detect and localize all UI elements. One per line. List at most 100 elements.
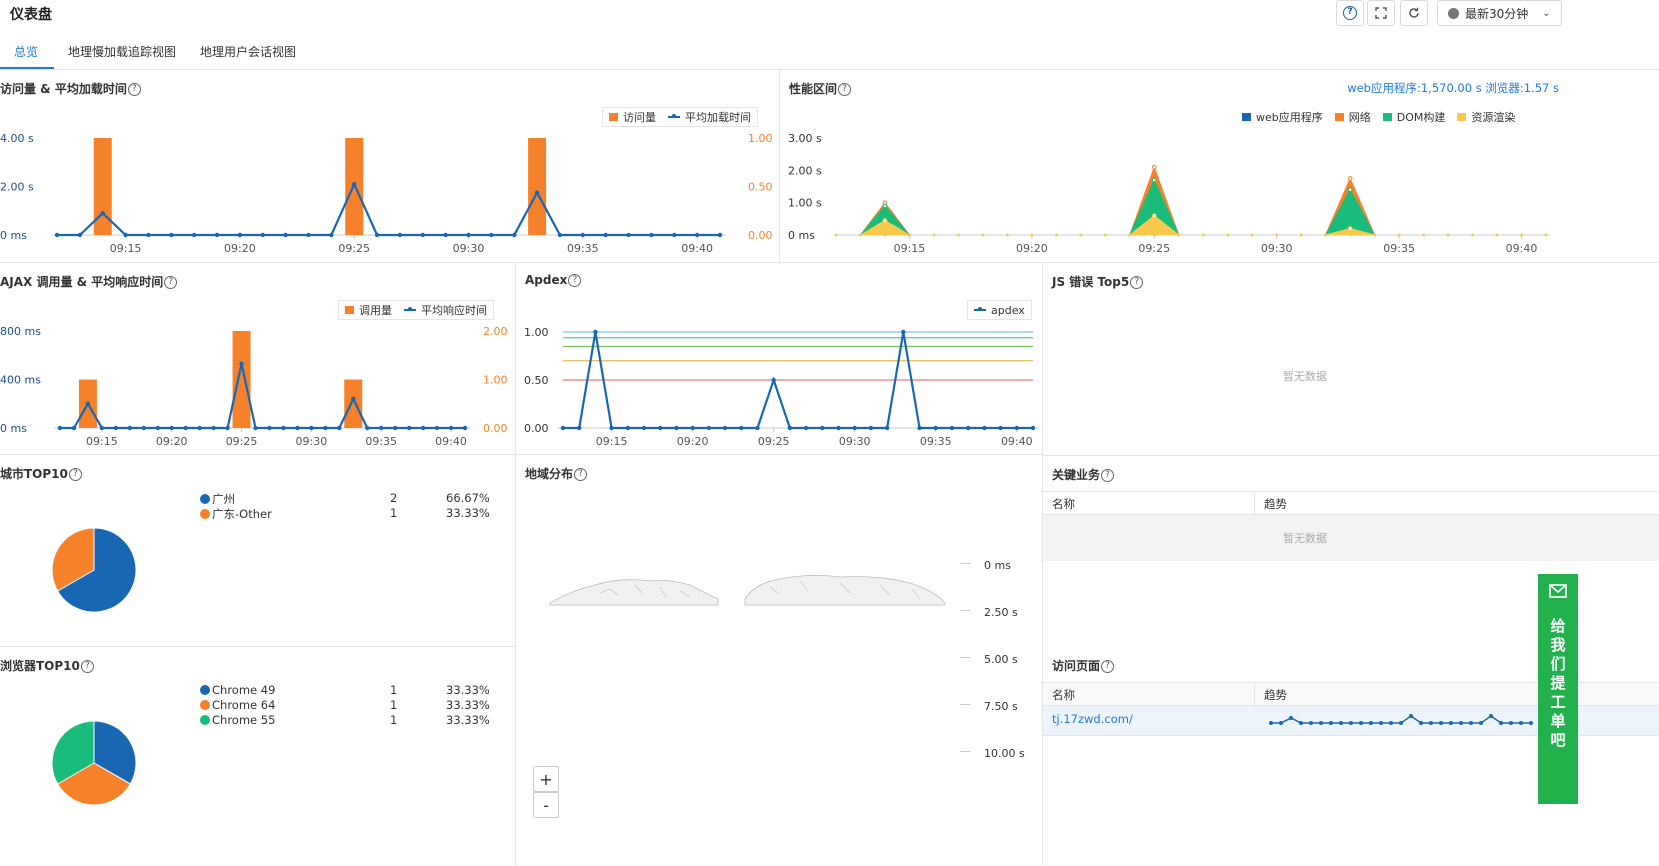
- data-point: [1152, 233, 1156, 237]
- city-legend: 广州 2 66.67% 广东-Other 1 33.33%: [200, 491, 500, 521]
- y-right-tick-label: 0.00: [748, 229, 773, 242]
- mail-icon: [1549, 584, 1567, 598]
- data-point: [1275, 233, 1279, 237]
- tab-geo-slow-load[interactable]: 地理慢加载追踪视图: [68, 43, 176, 60]
- x-tick-label: 09:15: [596, 435, 628, 448]
- y-left-tick-label: 2.00 s: [0, 181, 34, 194]
- x-tick-label: 09:40: [435, 435, 467, 448]
- time-range-value: 最新30分钟: [1465, 6, 1529, 21]
- feedback-label: 给我们提工单吧: [1548, 618, 1567, 751]
- data-point: [1201, 233, 1205, 237]
- active-tab-indicator: [0, 67, 54, 69]
- data-point: [1495, 233, 1499, 237]
- data-point: [717, 232, 723, 238]
- data-point: [169, 425, 174, 431]
- data-point: [191, 232, 197, 238]
- data-point: [239, 361, 244, 366]
- y-right-tick-label: 1.00: [748, 132, 773, 145]
- x-tick-label: 09:35: [567, 242, 599, 255]
- data-point: [1226, 233, 1230, 237]
- data-point: [434, 425, 440, 431]
- x-tick-label: 09:40: [681, 242, 713, 255]
- list-item[interactable]: 广州 2 66.67%: [200, 491, 500, 506]
- fullscreen-button[interactable]: [1367, 0, 1395, 26]
- data-point: [295, 425, 300, 431]
- time-range-select[interactable]: 最新30分钟 ⌄: [1437, 0, 1562, 26]
- y-left-tick-label: 0 ms: [0, 229, 27, 242]
- y-tick-label: 1.00: [524, 326, 549, 339]
- data-point: [183, 425, 188, 431]
- column-header[interactable]: 趋势: [1264, 496, 1287, 512]
- world-map[interactable]: [540, 563, 960, 623]
- data-point: [771, 377, 776, 383]
- x-tick-label: 09:40: [1001, 435, 1033, 448]
- help-icon[interactable]: ?: [80, 660, 94, 673]
- x-tick-label: 09:35: [1383, 242, 1415, 255]
- data-point: [674, 425, 679, 431]
- x-tick-label: 09:25: [338, 242, 370, 255]
- feedback-button[interactable]: 给我们提工单吧: [1538, 574, 1578, 804]
- map-legend-label: 2.50 s: [984, 606, 1018, 619]
- zoom-in-button[interactable]: +: [533, 766, 559, 792]
- refresh-button[interactable]: [1400, 0, 1428, 26]
- x-tick-label: 09:25: [226, 435, 258, 448]
- map-legend-label: 5.00 s: [984, 653, 1018, 666]
- data-point: [141, 425, 146, 431]
- data-point: [641, 425, 647, 431]
- data-point: [267, 425, 272, 431]
- tab-geo-user-session[interactable]: 地理用户会话视图: [200, 43, 296, 60]
- data-point: [534, 190, 540, 195]
- perf-chart: 0 ms 1.00 s 2.00 s 3.00 s 09:15 09:20 09:25 09:…: [788, 132, 1550, 255]
- data-point: [626, 232, 631, 238]
- data-point: [1544, 233, 1548, 237]
- list-item[interactable]: Chrome 55 1 33.33%: [200, 713, 500, 728]
- data-point: [512, 232, 517, 238]
- list-item[interactable]: 广东-Other 1 33.33%: [200, 506, 500, 521]
- help-icon[interactable]: ?: [574, 468, 588, 481]
- data-point: [281, 425, 286, 431]
- list-item[interactable]: Chrome 64 1 33.33%: [200, 698, 500, 713]
- clock-icon: [1448, 7, 1459, 19]
- data-point: [406, 425, 412, 431]
- data-point: [1348, 233, 1352, 237]
- data-point: [858, 233, 862, 237]
- x-tick-label: 09:20: [224, 242, 256, 255]
- data-point: [113, 425, 119, 431]
- page-title: 仪表盘: [10, 7, 52, 23]
- data-point: [253, 425, 258, 431]
- data-point: [739, 425, 744, 431]
- help-icon[interactable]: ?: [1101, 660, 1115, 673]
- x-tick-label: 09:20: [156, 435, 188, 448]
- zoom-out-button[interactable]: -: [533, 792, 559, 818]
- help-icon[interactable]: ?: [1101, 469, 1115, 482]
- data-point: [1151, 177, 1157, 183]
- tab-overview[interactable]: 总览: [14, 43, 38, 60]
- x-tick-label: 09:30: [453, 242, 485, 255]
- browser-legend: Chrome 49 1 33.33% Chrome 64 1 33.33% Chrome…: [200, 683, 500, 728]
- legend-dot: [200, 685, 210, 695]
- data-point: [374, 232, 380, 238]
- geo-panel: 地域分布? 0 ms 2.50 s 5.00 s 7.50 s 10.00 s …: [516, 455, 1043, 866]
- data-point: [211, 425, 216, 431]
- data-point: [448, 425, 454, 431]
- data-point: [882, 203, 888, 209]
- data-point: [99, 425, 105, 431]
- column-header[interactable]: 名称: [1052, 687, 1075, 703]
- page-link[interactable]: tj.17zwd.com/: [1052, 712, 1133, 726]
- column-header[interactable]: 趋势: [1264, 687, 1287, 703]
- data-point: [1397, 233, 1401, 237]
- data-point: [1177, 233, 1181, 237]
- y-tick-label: 0.50: [524, 374, 549, 387]
- help-button[interactable]: ?: [1336, 0, 1364, 26]
- data-point: [352, 181, 357, 187]
- column-header[interactable]: 名称: [1052, 496, 1075, 512]
- list-item[interactable]: Chrome 49 1 33.33%: [200, 683, 500, 698]
- help-icon[interactable]: ?: [68, 468, 82, 481]
- apdex-panel: Apdex? apdex 0.00 0.50 1.00 09:15 09:20 09:25…: [516, 263, 1043, 455]
- legend-dot: [200, 715, 210, 725]
- help-icon[interactable]: ?: [1130, 276, 1144, 289]
- data-point: [706, 425, 712, 431]
- data-point: [1520, 233, 1524, 237]
- data-point: [932, 233, 936, 237]
- x-tick-label: 09:25: [1138, 242, 1170, 255]
